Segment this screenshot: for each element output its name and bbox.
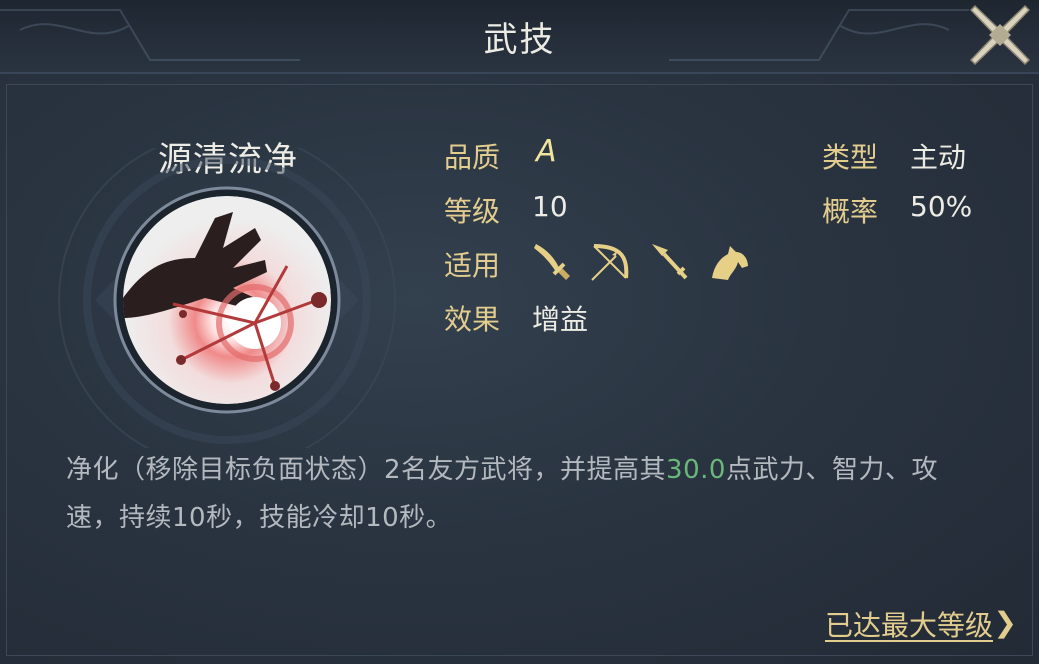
- type-value: 主动: [910, 141, 967, 174]
- sword-icon[interactable]: [530, 240, 574, 284]
- probability-value: 50%: [910, 190, 973, 223]
- spear-icon[interactable]: [648, 240, 692, 284]
- probability-label: 概率: [822, 195, 879, 228]
- quality-value: A: [536, 134, 557, 169]
- description-highlight-value: 30.0: [666, 455, 726, 485]
- max-level-link[interactable]: 已达最大等级: [825, 604, 993, 644]
- title-bar: 武技: [0, 0, 1039, 74]
- close-icon: [969, 4, 1031, 66]
- skill-icon-wrap: [55, 131, 405, 469]
- close-button[interactable]: [965, 0, 1035, 70]
- quality-label: 品质: [444, 141, 501, 174]
- applicable-label: 适用: [444, 249, 501, 282]
- description-text-1: 净化（移除目标负面状态）2名友方武将，并提高其: [66, 455, 667, 485]
- effect-value: 增益: [532, 303, 589, 336]
- skill-icon: [58, 131, 396, 469]
- effect-label: 效果: [444, 303, 501, 336]
- level-value: 10: [532, 190, 568, 223]
- level-label: 等级: [444, 195, 501, 228]
- page-title: 武技: [483, 20, 556, 60]
- horse-icon[interactable]: [708, 240, 752, 284]
- type-label: 类型: [822, 141, 879, 174]
- skill-panel: 武技 源清流净 品质 A 等级 10 适用 效果 增益 类型 主动 概率 50%…: [0, 0, 1039, 664]
- bow-icon[interactable]: [588, 240, 632, 284]
- skill-description: 净化（移除目标负面状态）2名友方武将，并提高其30.0点武力、智力、攻速，持续1…: [66, 446, 976, 542]
- chevron-right-icon: ❯: [993, 606, 1017, 639]
